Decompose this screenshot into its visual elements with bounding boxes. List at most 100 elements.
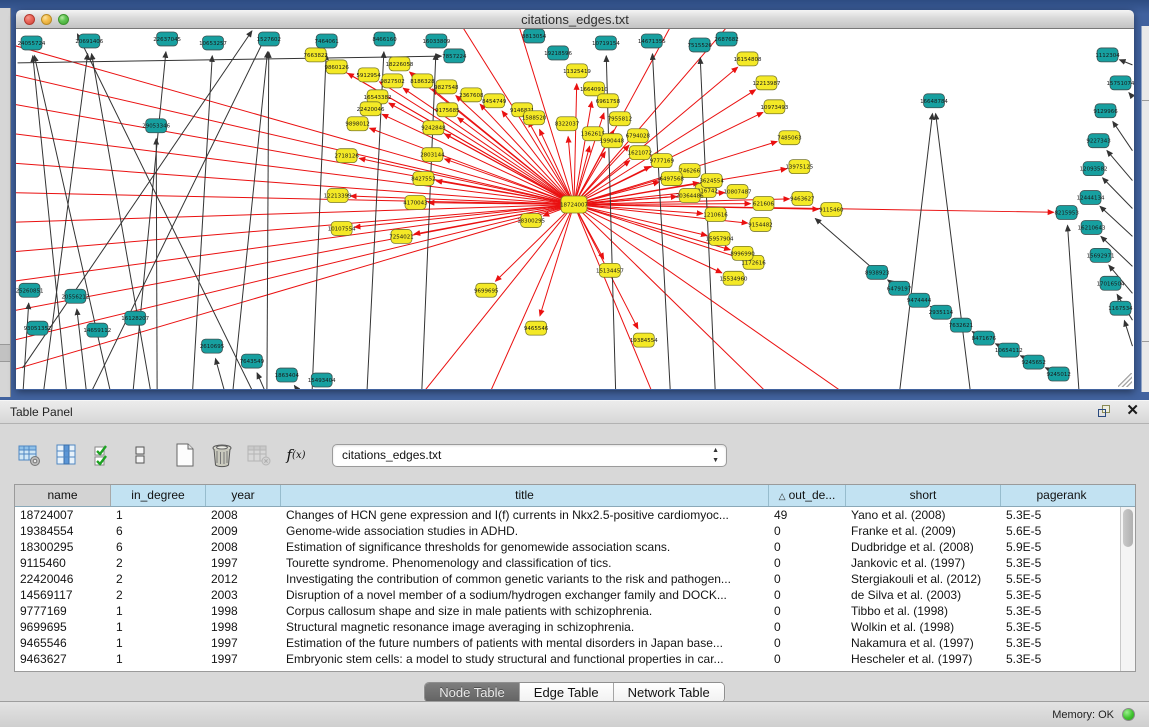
network-node[interactable]: 20364486 [676,189,704,203]
network-node[interactable]: 15957904 [706,231,734,245]
network-node[interactable]: 6479197 [887,281,912,295]
network-node[interactable]: 8466160 [372,32,397,46]
network-node[interactable]: 2935114 [929,305,954,319]
network-node[interactable]: 7643549 [240,354,265,368]
network-node[interactable]: 17016504 [1097,276,1125,290]
network-node[interactable]: 7254021 [389,229,413,243]
network-node[interactable]: 8427552 [411,172,435,186]
column-header-name[interactable]: name [15,485,111,506]
network-node[interactable]: 13975125 [785,160,813,174]
network-node[interactable]: 7515526 [687,38,712,52]
network-node[interactable]: 10653257 [199,36,227,50]
network-node[interactable]: 8813054 [522,29,547,43]
network-node[interactable]: 2610695 [200,339,224,353]
column-header-pagerank[interactable]: pagerank [1001,485,1122,506]
network-node[interactable]: 1621072 [628,146,652,160]
network-node[interactable]: 6497568 [660,172,685,186]
tab-network-table[interactable]: Network Table [614,683,724,702]
network-node[interactable]: 1588520 [522,111,547,125]
network-node[interactable]: 9115460 [819,203,844,217]
delete-column-button[interactable] [209,442,235,468]
network-node[interactable]: 93051352 [24,321,52,335]
network-node[interactable]: 19218596 [544,46,572,60]
network-node[interactable]: 11325419 [563,64,591,78]
network-node[interactable]: 9860126 [324,60,349,74]
network-node[interactable]: 8471676 [972,331,997,345]
network-node[interactable]: 2687682 [714,32,738,46]
network-node[interactable]: 2367608 [459,88,484,102]
network-node[interactable]: 9175685 [435,103,459,117]
network-node[interactable]: 12213987 [753,76,781,90]
network-node[interactable]: 14671355 [638,34,666,48]
network-node[interactable]: 7485063 [777,131,802,145]
network-node[interactable]: 4170043 [403,196,428,210]
close-panel-icon[interactable]: ✕ [1126,404,1139,418]
network-node[interactable]: 1167534 [1108,301,1133,315]
network-node[interactable]: 8322037 [555,117,580,131]
network-node[interactable]: 9827548 [434,80,459,94]
table-row[interactable]: 911546021997Tourette syndrome. Phenomeno… [15,555,1135,571]
tab-edge-table[interactable]: Edge Table [520,683,614,702]
network-node[interactable]: 16033809 [422,34,450,48]
network-node[interactable]: 12093582 [1080,162,1108,176]
network-node[interactable]: 9463627 [790,192,815,206]
network-node[interactable]: 9245012 [1046,367,1070,381]
network-node[interactable]: 10719154 [592,36,620,50]
network-node[interactable]: 15751074 [1107,76,1134,90]
network-node[interactable]: 16648784 [920,94,948,108]
network-node[interactable]: 18724007 [560,196,588,213]
show-columns-button[interactable] [53,442,79,468]
network-node[interactable]: 14659112 [83,323,111,337]
network-node[interactable]: 9827502 [380,74,404,88]
table-row[interactable]: 1872400712008Changes of HCN gene express… [15,507,1135,523]
network-canvas[interactable]: 18724007 76638229860126 5912954 18226058 982… [16,29,1134,389]
window-resize-grip[interactable] [1118,373,1132,387]
network-node[interactable]: 9898012 [345,117,369,131]
network-node[interactable]: 10807487 [724,185,752,199]
network-node[interactable]: 10107554 [328,221,356,235]
network-node[interactable]: 9129966 [1093,104,1118,118]
network-node[interactable]: 18300295 [517,213,545,227]
network-node[interactable]: 12444134 [1077,191,1105,205]
network-node[interactable]: 7663822 [304,48,328,62]
network-node[interactable]: 9699695 [474,283,498,297]
network-node[interactable]: 2803144 [420,148,445,162]
table-vertical-scrollbar[interactable] [1120,507,1135,671]
network-node[interactable]: 9465546 [524,321,549,335]
table-row[interactable]: 969969511998Structural magnetic resonanc… [15,619,1135,635]
network-node[interactable]: 9227343 [1086,134,1111,148]
select-rows-button[interactable] [90,442,116,468]
table-row[interactable]: 2242004622012Investigating the contribut… [15,571,1135,587]
network-node[interactable]: 621606 [753,197,774,211]
network-node[interactable]: 9777169 [650,154,675,168]
network-node[interactable]: 29053346 [142,119,170,133]
network-node[interactable]: 7857224 [442,49,467,63]
network-node[interactable]: 22420046 [357,102,385,116]
memory-ok-indicator[interactable] [1122,708,1135,721]
network-node[interactable]: 20556212 [61,289,89,303]
network-node[interactable]: 6961758 [596,94,621,108]
table-mode-button[interactable] [16,442,42,468]
network-node[interactable]: 18226058 [386,57,414,71]
network-node[interactable]: 9245652 [1022,355,1046,369]
network-node[interactable]: 1210616 [703,208,728,222]
network-node[interactable]: 2718126 [334,149,359,163]
network-node[interactable]: 15493404 [308,373,336,387]
column-header-year[interactable]: year [206,485,281,506]
network-node[interactable]: 22637045 [153,32,181,46]
network-node[interactable]: 5912954 [356,68,381,82]
network-node[interactable]: 10973493 [761,100,789,114]
table-source-select[interactable]: citations_edges.txt ▲▼ [332,444,727,467]
network-node[interactable]: 1863404 [275,368,300,382]
network-node[interactable]: 15692971 [1087,248,1115,262]
network-node[interactable]: 15534960 [720,271,748,285]
network-node[interactable]: 7955812 [608,112,632,126]
citation-network-graph[interactable]: 18724007 76638229860126 5912954 18226058 982… [16,29,1134,389]
table-row[interactable]: 1938455462009Genome-wide association stu… [15,523,1135,539]
scrollbar-thumb[interactable] [1123,509,1133,547]
network-node[interactable]: 8996990 [730,246,755,260]
network-node[interactable]: 6794028 [626,129,651,143]
network-node[interactable]: 9242848 [421,121,446,135]
network-node[interactable]: 8186328 [410,74,435,88]
network-node[interactable]: 8454749 [482,94,507,108]
